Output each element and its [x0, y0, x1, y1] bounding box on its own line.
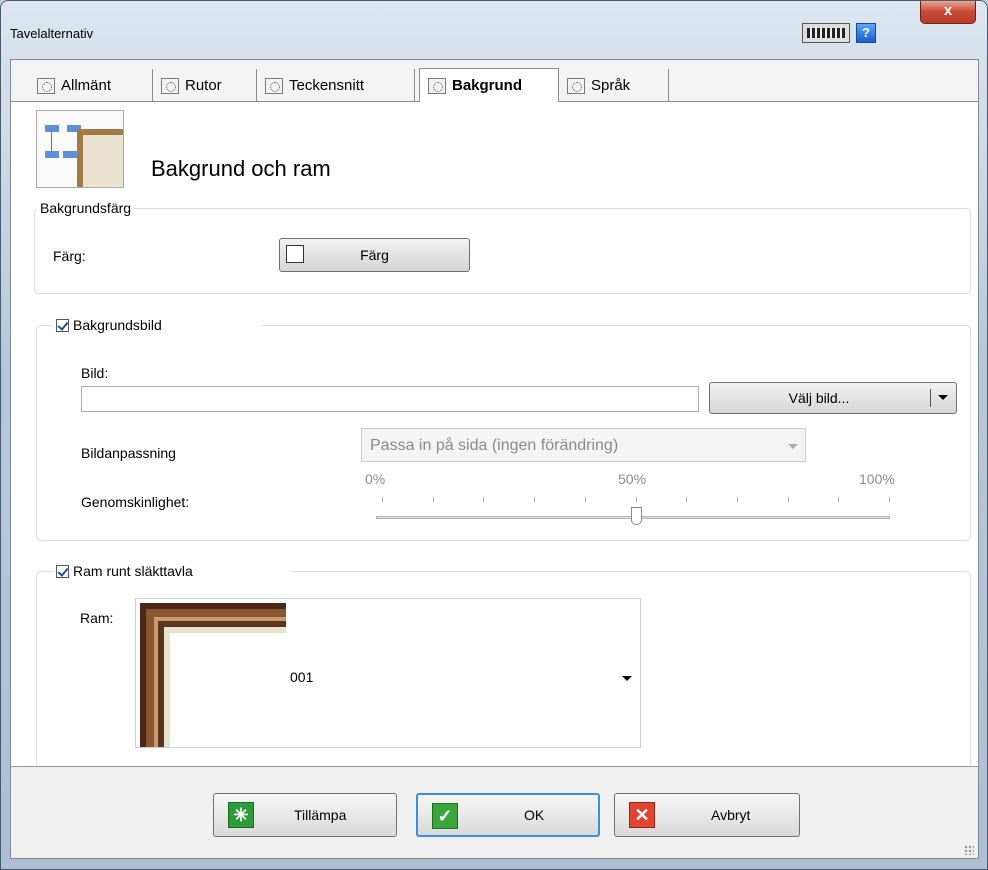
- background-image-checkbox[interactable]: [56, 319, 69, 332]
- tab-label: Allmänt: [61, 77, 112, 94]
- frame-label: Ram:: [80, 610, 114, 626]
- slider-tick: [382, 497, 383, 502]
- apply-button[interactable]: ✳ Tillämpa: [213, 793, 397, 837]
- transparency-label: Genomskinlighet:: [81, 494, 190, 510]
- cancel-button[interactable]: ✕ Avbryt: [614, 793, 800, 837]
- tab-rutor[interactable]: Rutor: [153, 69, 257, 102]
- settings-icon: [37, 77, 55, 94]
- window-title: Tavelalternativ: [10, 26, 94, 41]
- group-title: Ram runt släkttavla: [53, 563, 293, 579]
- tab-panel-bakgrund: Bakgrund och ram Bakgrundsfärg Färg: Fär…: [11, 102, 978, 766]
- dialog-window: Tavelalternativ ? x Allmänt Rutor Tecken…: [0, 0, 988, 870]
- slider-tick: [534, 497, 536, 502]
- slider-tick: [686, 497, 688, 502]
- slider-tick: [635, 497, 637, 502]
- button-label: Färg: [360, 247, 389, 263]
- frame-checkbox[interactable]: [56, 565, 69, 578]
- slider-tick: [483, 497, 485, 502]
- slider-tick: [584, 497, 586, 502]
- button-bar: ✳ Tillämpa ✓ OK ✕ Avbryt: [11, 766, 978, 858]
- frame-select[interactable]: 001: [135, 598, 641, 748]
- choose-image-button[interactable]: Välj bild...: [709, 382, 957, 414]
- slider-tick: [736, 497, 738, 502]
- tab-strip: Allmänt Rutor Teckensnitt Bakgrund Språk: [11, 60, 978, 102]
- chevron-down-icon[interactable]: [938, 395, 948, 400]
- settings-icon: [265, 77, 283, 94]
- chevron-down-icon: [622, 676, 632, 681]
- button-label: Välj bild...: [788, 390, 850, 406]
- color-swatch: [286, 245, 304, 263]
- fit-value: Passa in på sida (ingen förändring): [370, 437, 619, 454]
- checkbox-label: Ram runt släkttavla: [73, 563, 193, 579]
- dialog-body: Allmänt Rutor Teckensnitt Bakgrund Språk: [10, 59, 979, 859]
- tab-label: Språk: [591, 77, 631, 94]
- slider-tick: [889, 497, 890, 502]
- tab-allmant[interactable]: Allmänt: [29, 69, 153, 102]
- tick-label-min: 0%: [365, 471, 386, 487]
- page-title: Bakgrund och ram: [151, 156, 331, 181]
- chevron-down-icon: [788, 444, 798, 449]
- resize-grip[interactable]: [964, 845, 974, 855]
- close-icon: ✕: [629, 802, 655, 828]
- tick-label-mid: 50%: [618, 471, 647, 487]
- frame-preview-image: [140, 603, 286, 747]
- transparency-slider-thumb[interactable]: [630, 507, 642, 525]
- settings-icon: [161, 77, 179, 94]
- frame-value: 001: [290, 669, 314, 685]
- slider-tick: [432, 497, 434, 502]
- button-label: Tillämpa: [294, 807, 347, 823]
- tab-label: Rutor: [185, 77, 222, 94]
- background-color-group: Bakgrundsfärg: [34, 200, 971, 294]
- ok-button[interactable]: ✓ OK: [416, 793, 600, 837]
- image-label: Bild:: [81, 365, 109, 381]
- slider-tick: [787, 497, 789, 502]
- button-label: Avbryt: [711, 807, 751, 823]
- settings-icon: [567, 77, 585, 94]
- background-frame-icon: [36, 110, 124, 188]
- fit-label: Bildanpassning: [81, 445, 176, 461]
- tick-label-max: 100%: [859, 471, 895, 487]
- button-label: OK: [524, 807, 545, 823]
- settings-icon: [428, 77, 446, 94]
- keyboard-icon[interactable]: [802, 23, 850, 43]
- checkbox-label: Bakgrundsbild: [73, 317, 162, 333]
- group-title: Bakgrundsbild: [53, 317, 262, 333]
- color-button[interactable]: Färg: [279, 238, 470, 272]
- image-path-input[interactable]: [81, 386, 699, 412]
- tab-sprak[interactable]: Språk: [559, 69, 669, 102]
- tab-label: Teckensnitt: [289, 77, 365, 94]
- tab-label: Bakgrund: [452, 77, 523, 94]
- color-label: Färg:: [53, 248, 86, 264]
- group-title: Bakgrundsfärg: [40, 200, 132, 216]
- fit-select[interactable]: Passa in på sida (ingen förändring): [361, 428, 806, 462]
- tab-teckensnitt[interactable]: Teckensnitt: [257, 69, 415, 102]
- close-button[interactable]: x: [920, 1, 976, 24]
- title-bar[interactable]: Tavelalternativ ? x: [1, 1, 987, 57]
- apply-icon: ✳: [228, 802, 254, 828]
- checkmark-icon: ✓: [432, 803, 458, 829]
- slider-tick: [838, 497, 840, 502]
- help-button[interactable]: ?: [856, 23, 876, 43]
- tab-bakgrund[interactable]: Bakgrund: [419, 68, 559, 102]
